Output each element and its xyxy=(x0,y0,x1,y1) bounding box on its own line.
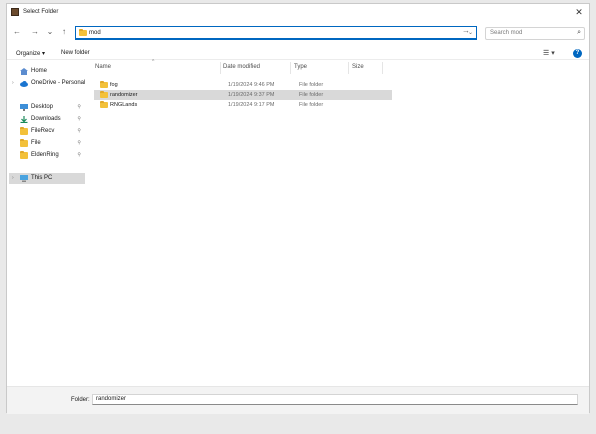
file-name: randomizer xyxy=(110,92,138,98)
search-box[interactable]: Search mod ⌕ xyxy=(485,27,585,40)
new-folder-button[interactable]: New folder xyxy=(61,50,90,56)
column-header-date[interactable]: Date modified xyxy=(223,64,260,70)
search-icon: ⌕ xyxy=(577,29,581,36)
navigation-bar: ← → ⌄ ↑ mod ⌄ → Search mod ⌕ xyxy=(7,24,589,42)
folder-icon xyxy=(100,101,108,108)
sidebar-item-home[interactable]: Home xyxy=(9,66,85,77)
sidebar-item-label: Home xyxy=(31,68,48,74)
pin-icon: ⚲ xyxy=(77,140,81,146)
file-type: File folder xyxy=(299,82,324,88)
help-button[interactable]: ? xyxy=(573,49,582,58)
dialog-footer: Folder: randomizer xyxy=(7,386,589,414)
sidebar-item-desktop[interactable]: Desktop ⚲ xyxy=(9,102,85,113)
sidebar-item-label: File xyxy=(31,140,41,146)
sidebar-item-label: Desktop xyxy=(31,104,54,110)
pin-icon: ⚲ xyxy=(77,128,81,134)
sidebar-item-label: Downloads xyxy=(31,116,61,122)
file-date: 1/19/2024 9:46 PM xyxy=(228,82,275,88)
sidebar-item-label: This PC xyxy=(31,175,53,181)
folder-icon xyxy=(20,139,28,147)
organize-button[interactable]: Organize ▾ xyxy=(16,50,45,57)
sort-indicator: ^ xyxy=(152,59,155,65)
computer-icon xyxy=(20,175,28,182)
column-divider[interactable] xyxy=(290,62,291,74)
file-type: File folder xyxy=(299,102,324,108)
sidebar-item-this-pc[interactable]: › This PC xyxy=(9,173,85,184)
view-options-button[interactable]: ☰ ▾ xyxy=(543,49,555,57)
sidebar-item-eldenring[interactable]: EldenRing ⚲ xyxy=(9,150,85,161)
sidebar-item-label: EldenRing xyxy=(31,152,59,158)
pin-icon: ⚲ xyxy=(77,104,81,110)
expand-icon[interactable]: › xyxy=(12,80,14,86)
column-header-name[interactable]: Name xyxy=(95,64,111,70)
column-divider[interactable] xyxy=(382,62,383,74)
file-list: ^ Name Date modified Type Size fog 1/19/… xyxy=(92,59,590,384)
file-type: File folder xyxy=(299,92,324,98)
sidebar-item-label: OneDrive - Personal xyxy=(31,80,86,86)
back-button[interactable]: ← xyxy=(11,26,23,38)
address-bar[interactable]: mod ⌄ xyxy=(75,26,477,40)
column-header-type[interactable]: Type xyxy=(294,64,307,70)
download-icon xyxy=(20,116,28,123)
folder-name-value: randomizer xyxy=(96,396,127,402)
sidebar-item-file[interactable]: File ⚲ xyxy=(9,138,85,149)
go-button[interactable]: → xyxy=(462,26,470,35)
search-input[interactable]: Search mod xyxy=(490,30,522,36)
recent-locations-button[interactable]: ⌄ xyxy=(44,26,56,38)
desktop-icon xyxy=(20,104,28,111)
file-date: 1/19/2024 9:37 PM xyxy=(228,92,275,98)
title-bar: Select Folder ✕ xyxy=(7,4,589,21)
table-row[interactable]: RNGLands 1/19/2024 9:17 PM File folder xyxy=(94,100,392,110)
folder-icon xyxy=(79,29,87,36)
pin-icon: ⚲ xyxy=(77,116,81,122)
table-row[interactable]: fog 1/19/2024 9:46 PM File folder xyxy=(94,80,392,90)
close-button[interactable]: ✕ xyxy=(573,6,585,18)
folder-icon xyxy=(20,127,28,135)
home-icon xyxy=(20,68,28,75)
up-button[interactable]: ↑ xyxy=(58,26,70,38)
command-bar: Organize ▾ New folder ☰ ▾ ? xyxy=(7,46,589,60)
file-name: fog xyxy=(110,82,118,88)
pin-icon: ⚲ xyxy=(77,152,81,158)
column-divider[interactable] xyxy=(348,62,349,74)
expand-icon[interactable]: › xyxy=(12,175,14,181)
folder-icon xyxy=(100,91,108,98)
select-folder-dialog: Select Folder ✕ ← → ⌄ ↑ mod ⌄ → Search m… xyxy=(6,3,590,414)
table-row[interactable]: randomizer 1/19/2024 9:37 PM File folder xyxy=(94,90,392,100)
address-text: mod xyxy=(89,30,101,36)
sidebar-item-onedrive[interactable]: › OneDrive - Personal xyxy=(9,78,85,89)
folder-label: Folder: xyxy=(71,397,90,403)
window-title: Select Folder xyxy=(23,9,59,15)
folder-icon xyxy=(20,151,28,159)
forward-button[interactable]: → xyxy=(29,26,41,38)
sidebar-item-label: FileRecv xyxy=(31,128,55,134)
file-date: 1/19/2024 9:17 PM xyxy=(228,102,275,108)
navigation-pane: Home › OneDrive - Personal Desktop ⚲ Dow… xyxy=(7,62,87,384)
column-divider[interactable] xyxy=(220,62,221,74)
app-icon xyxy=(11,8,19,16)
folder-name-input[interactable]: randomizer xyxy=(92,394,578,405)
file-name: RNGLands xyxy=(110,102,138,108)
sidebar-item-downloads[interactable]: Downloads ⚲ xyxy=(9,114,85,125)
sidebar-item-filerecv[interactable]: FileRecv ⚲ xyxy=(9,126,85,137)
folder-icon xyxy=(100,81,108,88)
column-header-size[interactable]: Size xyxy=(352,64,364,70)
cloud-icon xyxy=(20,81,28,87)
